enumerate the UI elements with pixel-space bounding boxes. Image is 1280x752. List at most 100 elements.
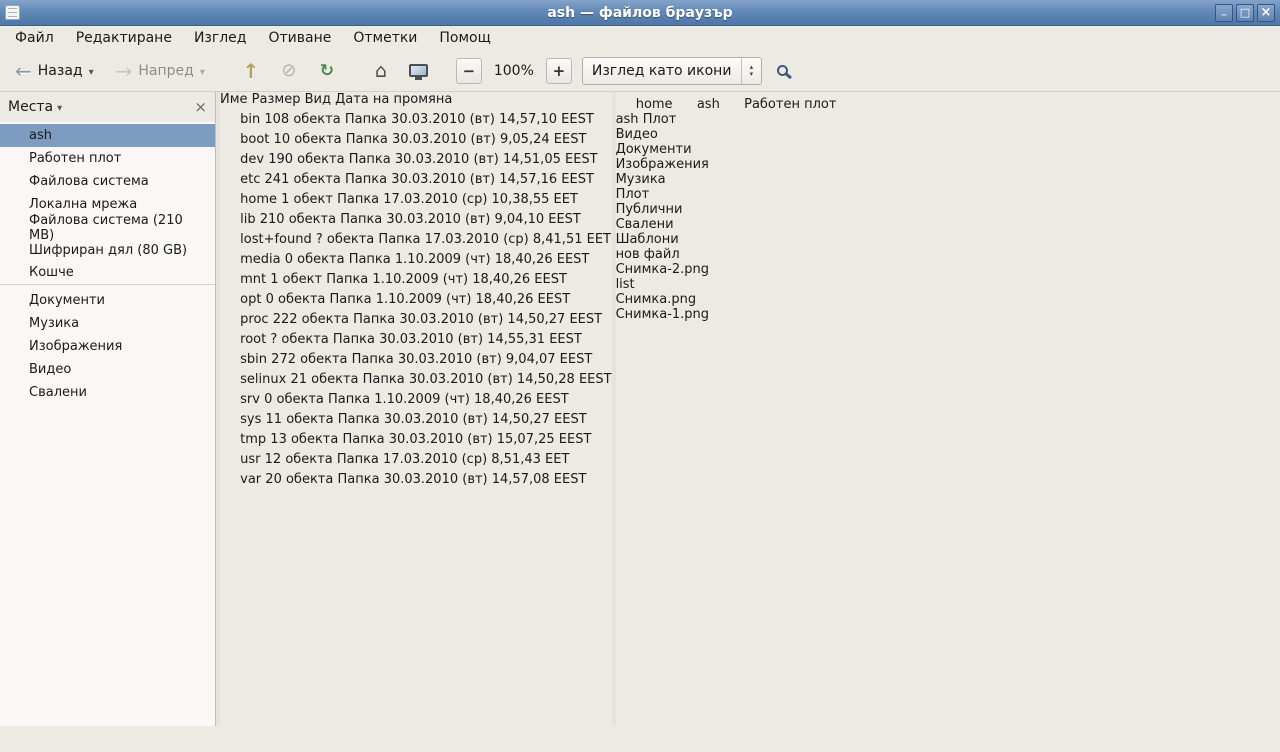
row-size: 13 обекта — [270, 432, 338, 447]
menu-item[interactable]: Помощ — [428, 27, 501, 49]
home-button[interactable] — [364, 55, 398, 87]
sidebar-item[interactable]: Музика — [0, 312, 215, 335]
icon-view-item[interactable]: Плот — [616, 187, 837, 202]
sidebar-close-icon[interactable] — [194, 98, 207, 116]
zoom-in-button[interactable] — [546, 58, 572, 84]
sidebar-item-icon — [6, 174, 22, 190]
folder-icon — [220, 387, 236, 403]
sidebar-item[interactable]: Файлова система — [0, 170, 215, 193]
menu-item[interactable]: Файл — [4, 27, 65, 49]
icon-view-item[interactable]: Свалени — [616, 217, 837, 232]
row-name: srv — [240, 392, 260, 407]
icon-view-item[interactable]: Документи — [616, 142, 837, 157]
column-header-size[interactable]: Размер — [252, 92, 301, 107]
icon-view-item[interactable]: Видео — [616, 127, 837, 142]
icon-view-item[interactable]: Снимка-1.png — [616, 307, 837, 322]
maximize-button[interactable] — [1236, 4, 1254, 22]
table-row[interactable]: usr 12 обекта Папка 17.03.2010 (ср) 8,51… — [220, 447, 612, 467]
table-row[interactable]: etc 241 обекта Папка 30.03.2010 (вт) 14,… — [220, 167, 612, 187]
icon-view-item[interactable]: Снимка-2.png — [616, 262, 837, 277]
column-header-date[interactable]: Дата на промяна — [335, 92, 452, 107]
desktop-icon — [724, 92, 740, 108]
table-row[interactable]: home 1 обект Папка 17.03.2010 (ср) 10,38… — [220, 187, 612, 207]
view-mode-select[interactable]: Изглед като икони — [582, 57, 762, 85]
minimize-button[interactable] — [1215, 4, 1233, 22]
computer-button[interactable] — [402, 55, 436, 87]
table-row[interactable]: lost+found ? обекта Папка 17.03.2010 (ср… — [220, 227, 612, 247]
path-button-home[interactable]: home — [636, 97, 673, 112]
table-row[interactable]: tmp 13 обекта Папка 30.03.2010 (вт) 15,0… — [220, 427, 612, 447]
sidebar-item[interactable]: Свалени — [0, 381, 215, 404]
row-type: Папка — [346, 132, 388, 147]
sidebar-item-label: Файлова система (210 MB) — [29, 213, 209, 243]
search-button[interactable] — [766, 55, 800, 87]
table-row[interactable]: sbin 272 обекта Папка 30.03.2010 (вт) 9,… — [220, 347, 612, 367]
row-type: Папка — [337, 452, 379, 467]
table-row[interactable]: media 0 обекта Папка 1.10.2009 (чт) 18,4… — [220, 247, 612, 267]
zoom-in-icon — [553, 62, 566, 80]
sidebar-header[interactable]: Места — [0, 92, 215, 122]
table-row[interactable]: srv 0 обекта Папка 1.10.2009 (чт) 18,40,… — [220, 387, 612, 407]
row-date: 1.10.2009 (чт) 18,40,26 EEST — [374, 392, 568, 407]
icon-view-item[interactable]: Шаблони — [616, 232, 837, 247]
sidebar-item-icon — [6, 128, 22, 144]
close-button[interactable] — [1257, 4, 1275, 22]
path-root-button[interactable] — [616, 97, 632, 112]
icon-view-item[interactable]: Изображения — [616, 157, 837, 172]
sidebar-item[interactable]: Изображения — [0, 335, 215, 358]
zoom-out-icon — [463, 62, 476, 80]
sidebar-item[interactable]: Видео — [0, 358, 215, 381]
reload-button[interactable] — [310, 55, 344, 87]
menu-item[interactable]: Редактиране — [65, 27, 183, 49]
back-button[interactable]: Назад — [6, 55, 103, 87]
table-row[interactable]: lib 210 обекта Папка 30.03.2010 (вт) 9,0… — [220, 207, 612, 227]
sidebar-item[interactable]: Документи — [0, 289, 215, 312]
sidebar-mode-caret-icon[interactable] — [57, 99, 62, 115]
stop-button[interactable] — [272, 55, 306, 87]
sidebar-item[interactable]: Файлова система (210 MB) — [0, 216, 215, 239]
sidebar-item[interactable]: ash — [0, 124, 215, 147]
icon-view-item[interactable]: Публични — [616, 202, 837, 217]
table-row[interactable]: root ? обекта Папка 30.03.2010 (вт) 14,5… — [220, 327, 612, 347]
forward-history-caret-icon — [200, 63, 205, 79]
table-row[interactable]: mnt 1 обект Папка 1.10.2009 (чт) 18,40,2… — [220, 267, 612, 287]
sidebar-item[interactable]: Работен плот — [0, 147, 215, 170]
menu-item[interactable]: Изглед — [183, 27, 258, 49]
path-button-ash[interactable]: ash — [677, 97, 724, 112]
table-row[interactable]: proc 222 обекта Папка 30.03.2010 (вт) 14… — [220, 307, 612, 327]
icon-view-item[interactable]: list — [616, 277, 837, 292]
folder-icon — [677, 92, 693, 108]
folder-icon — [220, 267, 236, 283]
back-history-caret-icon[interactable] — [89, 63, 94, 79]
up-button[interactable] — [234, 55, 268, 87]
icon-view[interactable]: Видео Документи Изображения Музика Плот … — [616, 127, 837, 322]
row-size: 272 обекта — [271, 352, 347, 367]
row-size: 12 обекта — [265, 452, 333, 467]
column-header-name[interactable]: Име — [220, 92, 252, 107]
table-row[interactable]: sys 11 обекта Папка 30.03.2010 (вт) 14,5… — [220, 407, 612, 427]
places-sidebar: Места ash Работен плот Файлова система Л… — [0, 92, 216, 726]
zoom-out-button[interactable] — [456, 58, 482, 84]
menu-item[interactable]: Отметки — [342, 27, 428, 49]
table-row[interactable]: bin 108 обекта Папка 30.03.2010 (вт) 14,… — [220, 107, 612, 127]
sidebar-item[interactable]: Шифриран дял (80 GB) — [0, 239, 215, 262]
tree-body: bin 108 обекта Папка 30.03.2010 (вт) 14,… — [220, 107, 612, 487]
tab-plot[interactable]: Плот — [643, 112, 677, 127]
tab-ash[interactable]: ash — [616, 112, 643, 127]
table-row[interactable]: boot 10 обекта Папка 30.03.2010 (вт) 9,0… — [220, 127, 612, 147]
menu-item[interactable]: Отиване — [257, 27, 342, 49]
icon-view-item[interactable]: нов файл — [616, 247, 837, 262]
titlebar[interactable]: ash — файлов браузър — [0, 0, 1280, 26]
table-row[interactable]: dev 190 обекта Папка 30.03.2010 (вт) 14,… — [220, 147, 612, 167]
table-row[interactable]: opt 0 обекта Папка 1.10.2009 (чт) 18,40,… — [220, 287, 612, 307]
icon-view-item[interactable]: Музика — [616, 172, 837, 187]
icon-view-item[interactable]: Снимка.png — [616, 292, 837, 307]
table-row[interactable]: selinux 21 обекта Папка 30.03.2010 (вт) … — [220, 367, 612, 387]
table-row[interactable]: var 20 обекта Папка 30.03.2010 (вт) 14,5… — [220, 467, 612, 487]
forward-button[interactable]: Напред — [107, 55, 214, 87]
path-button-desktop[interactable]: Работен плот — [724, 97, 836, 112]
sidebar-item[interactable]: Кошче — [0, 262, 215, 285]
view-mode-spinner-icon[interactable] — [741, 58, 761, 84]
column-header-type[interactable]: Вид — [305, 92, 331, 107]
nautilus-window: ash — файлов браузър ФайлРедактиранеИзгл… — [0, 0, 1280, 752]
